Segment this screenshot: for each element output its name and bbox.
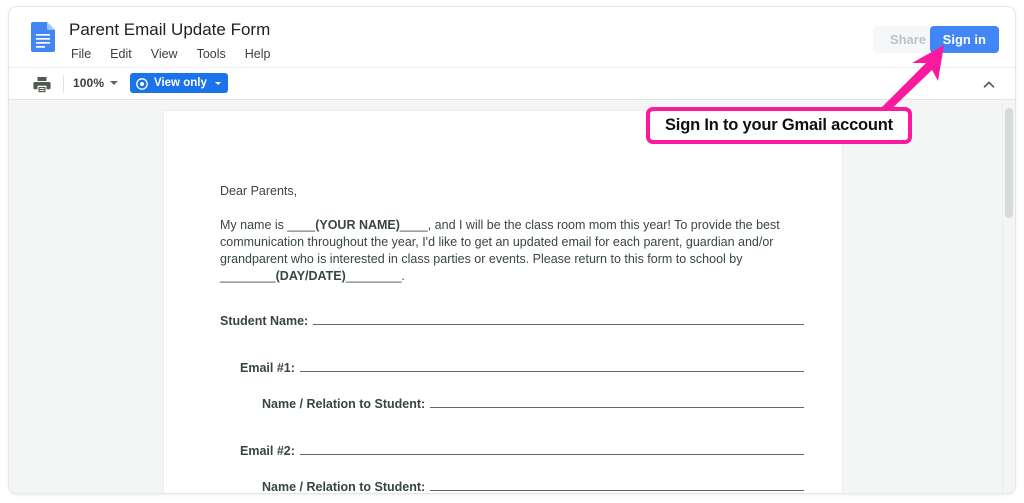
scrollbar-thumb[interactable] xyxy=(1005,108,1013,218)
fill-in-line[interactable] xyxy=(430,478,804,491)
day-date-placeholder: (DAY/DATE) xyxy=(275,269,346,283)
field-name-relation-1: Name / Relation to Student: xyxy=(220,395,804,413)
fill-in-line[interactable] xyxy=(313,312,804,325)
docs-header: Parent Email Update Form File Edit View … xyxy=(9,7,1015,67)
zoom-level-label: 100% xyxy=(73,76,105,90)
vertical-scrollbar[interactable] xyxy=(1002,100,1015,493)
menu-bar: File Edit View Tools Help xyxy=(69,45,272,63)
field-label: Name / Relation to Student: xyxy=(262,397,426,411)
your-name-placeholder: (YOUR NAME) xyxy=(315,218,400,232)
toolbar: 100% View only xyxy=(9,67,1015,100)
chevron-down-icon xyxy=(110,81,119,85)
annotation-callout: Sign In to your Gmail account xyxy=(646,107,912,144)
sign-in-button[interactable]: Sign in xyxy=(929,26,999,53)
field-student-name: Student Name: xyxy=(220,312,804,330)
document-page: Dear Parents, My name is ____(YOUR NAME)… xyxy=(163,110,843,493)
fill-in-line[interactable] xyxy=(299,442,804,455)
field-label: Email #1: xyxy=(240,361,295,375)
field-email-2: Email #2: xyxy=(220,442,804,460)
view-only-button[interactable]: View only xyxy=(130,73,228,93)
fill-in-line[interactable] xyxy=(430,395,804,408)
document-body: Dear Parents, My name is ____(YOUR NAME)… xyxy=(220,183,804,493)
title-block: Parent Email Update Form File Edit View … xyxy=(69,19,272,63)
annotation-text: Sign In to your Gmail account xyxy=(665,116,893,134)
page-title[interactable]: Parent Email Update Form xyxy=(69,19,272,40)
field-label: Email #2: xyxy=(240,444,295,458)
eye-icon xyxy=(136,77,148,90)
toolbar-divider xyxy=(63,75,64,93)
intro-paragraph: My name is ____(YOUR NAME)____, and I wi… xyxy=(220,217,804,285)
menu-item-file[interactable]: File xyxy=(69,45,93,63)
field-name-relation-2: Name / Relation to Student: xyxy=(220,478,804,493)
google-docs-icon xyxy=(31,22,55,52)
paragraph-part-3: ________. xyxy=(345,269,405,283)
menu-item-help[interactable]: Help xyxy=(243,45,273,63)
browser-frame: Parent Email Update Form File Edit View … xyxy=(8,6,1016,494)
chevron-down-icon xyxy=(214,81,221,85)
field-label: Student Name: xyxy=(220,314,309,328)
document-canvas: Dear Parents, My name is ____(YOUR NAME)… xyxy=(9,100,1015,493)
menu-item-tools[interactable]: Tools xyxy=(195,45,228,63)
form-fields: Student Name: Email #1: Name / Relation … xyxy=(220,312,804,493)
paragraph-part-1: My name is ____ xyxy=(220,218,316,232)
menu-item-view[interactable]: View xyxy=(149,45,180,63)
view-only-label: View only xyxy=(154,77,207,89)
menu-item-edit[interactable]: Edit xyxy=(108,45,134,63)
zoom-dropdown[interactable]: 100% xyxy=(73,76,119,90)
fill-in-line[interactable] xyxy=(299,359,804,372)
field-email-1: Email #1: xyxy=(220,359,804,377)
field-label: Name / Relation to Student: xyxy=(262,480,426,493)
chevron-up-icon[interactable] xyxy=(981,77,997,93)
screenshot-root: Parent Email Update Form File Edit View … xyxy=(0,0,1024,503)
printer-icon[interactable] xyxy=(33,76,51,93)
salutation-text: Dear Parents, xyxy=(220,184,298,198)
